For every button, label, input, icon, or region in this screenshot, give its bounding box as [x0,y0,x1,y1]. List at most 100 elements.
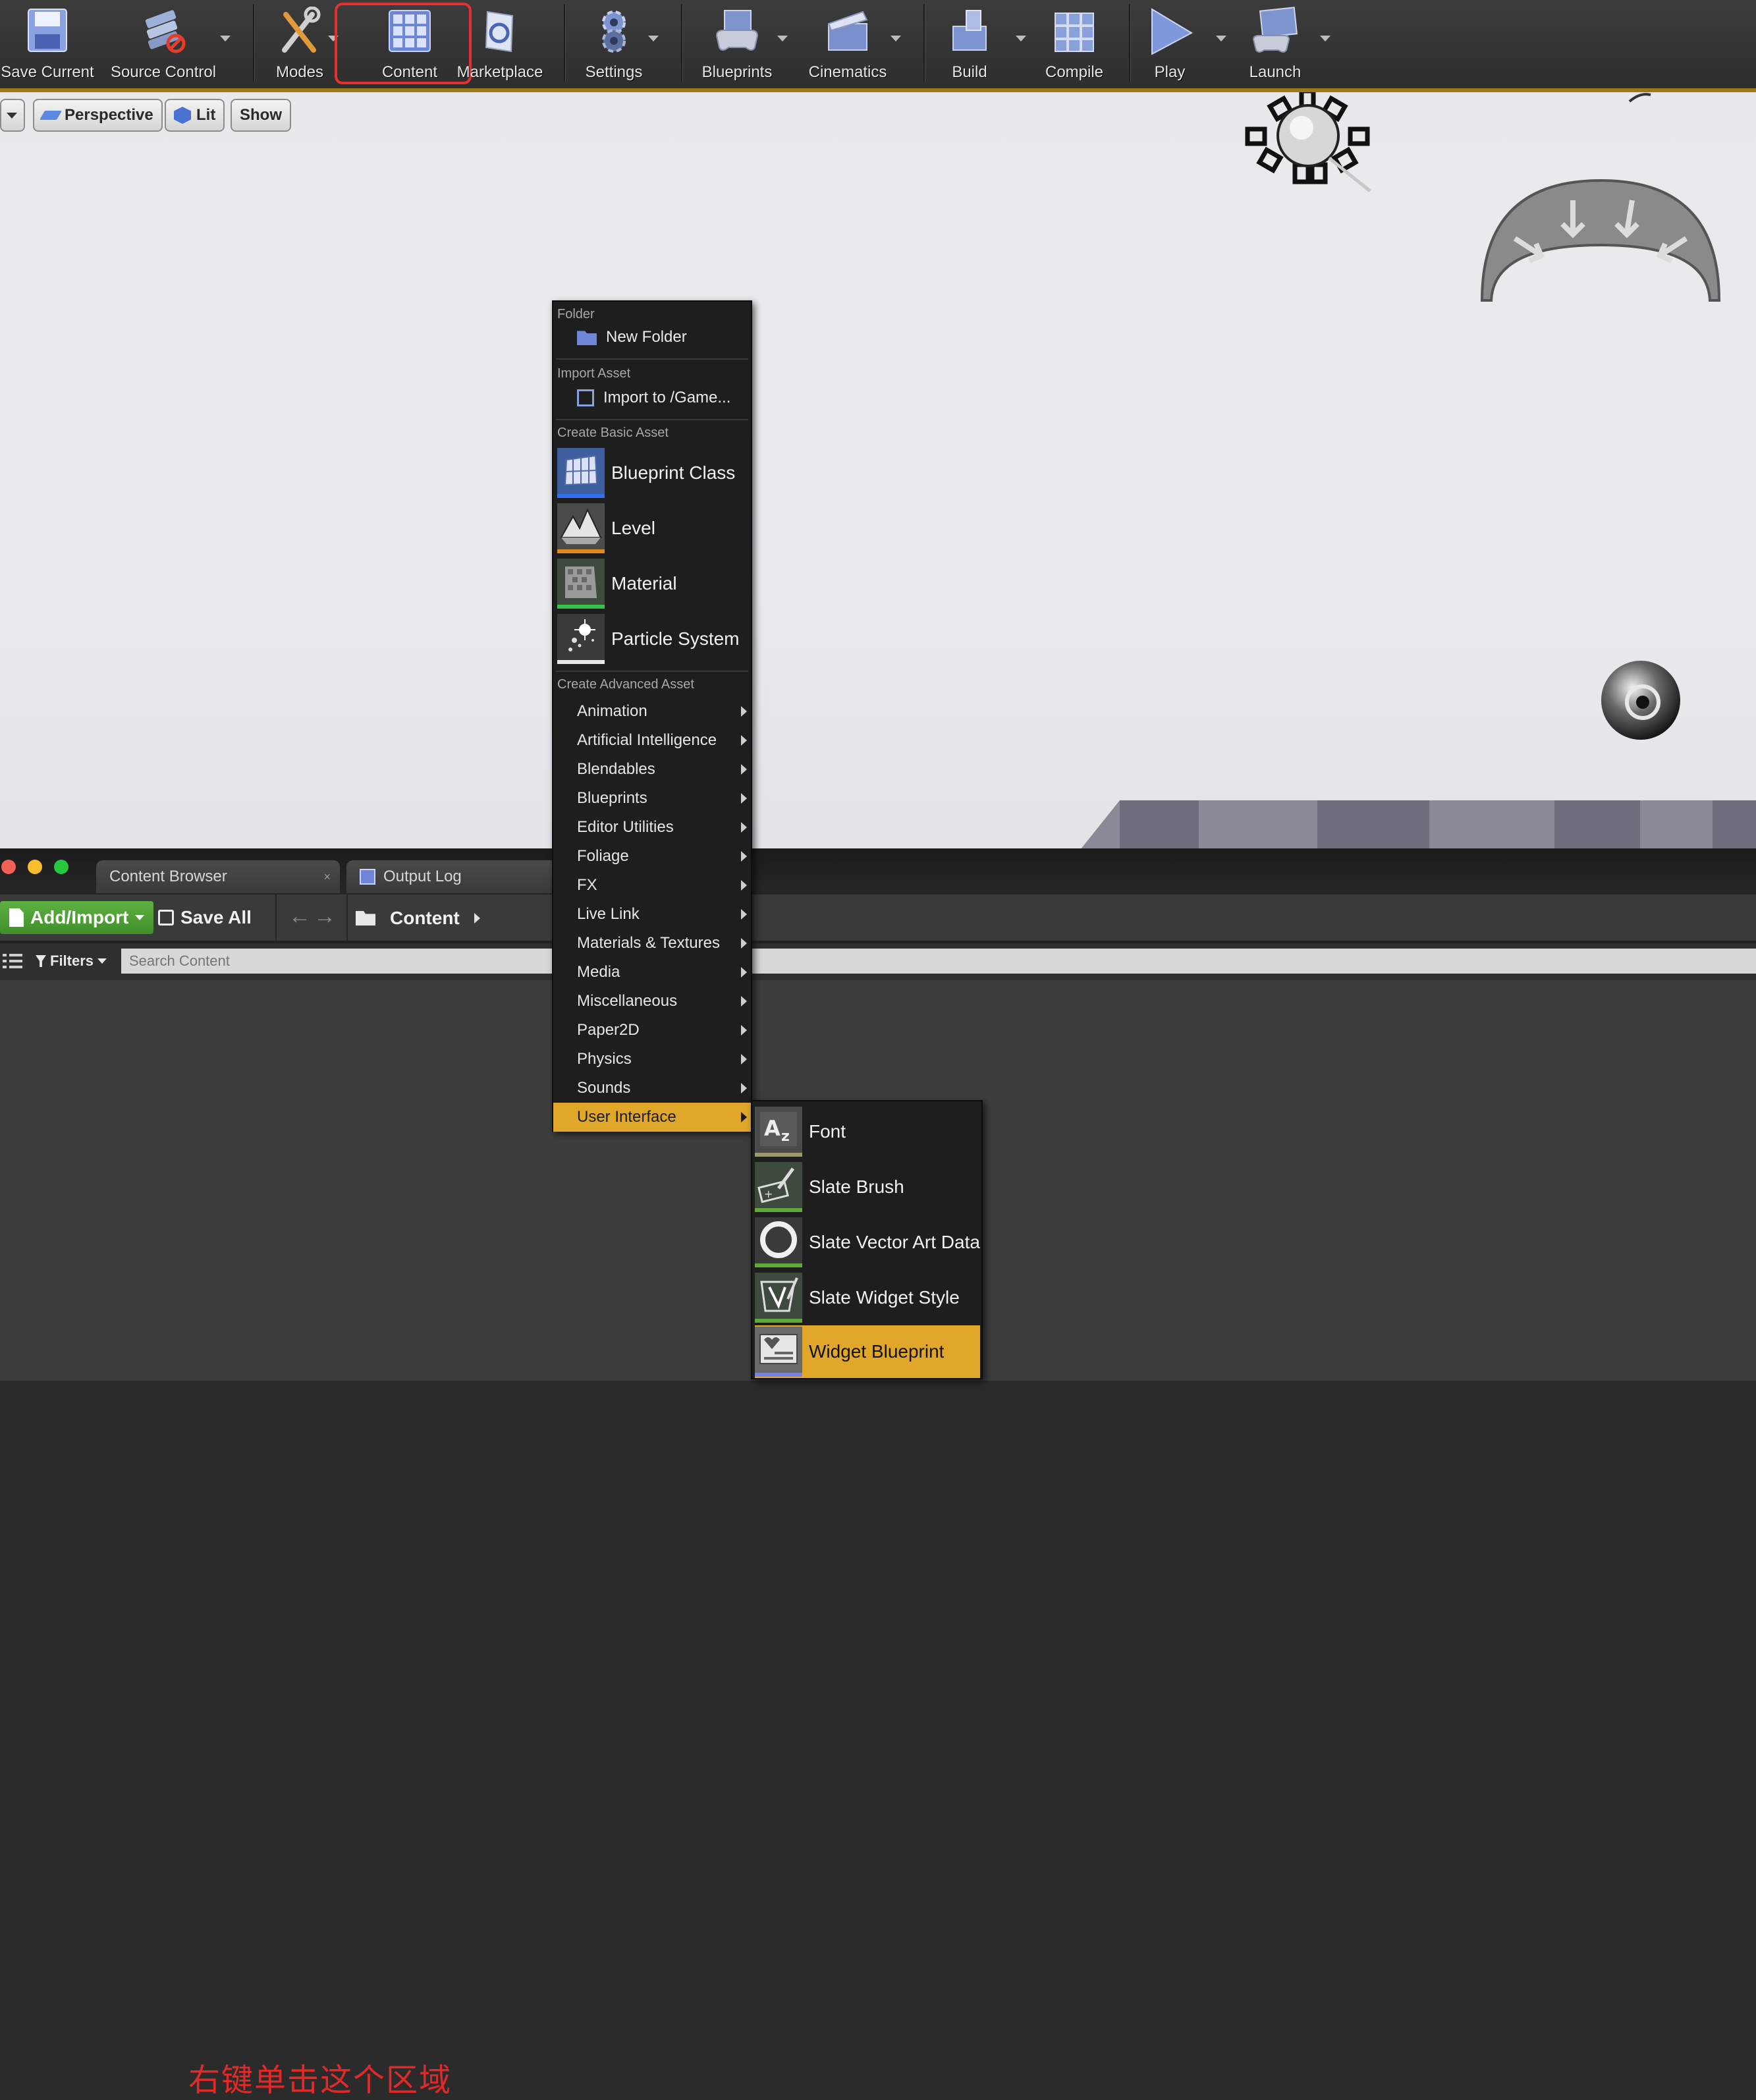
save-current-button[interactable]: Save Current [0,0,95,86]
toolbar-separator [275,895,277,941]
source-control-dropdown[interactable] [220,36,231,41]
play-dropdown[interactable] [1216,36,1226,41]
tab-output-log[interactable]: Output Log [346,860,557,893]
content-browser-tabbar: Content Browser × Output Log [0,848,1756,895]
blueprints-dropdown[interactable] [777,36,788,41]
build-button[interactable]: Build [933,0,1006,86]
menu-item-miscellaneous[interactable]: Miscellaneous [553,987,751,1016]
menu-item-physics[interactable]: Physics [553,1045,751,1074]
import-to-game-item[interactable]: Import to /Game... [577,389,730,407]
add-import-button[interactable]: Add/Import [0,901,154,934]
tools-icon [282,7,321,53]
menu-item-label: Blendables [577,760,655,778]
chevron-right-icon [741,880,747,891]
launch-monitor-icon [1252,7,1298,53]
slate-vector-art-data-item[interactable]: Slate Vector Art Data [755,1216,980,1269]
directional-light-icon [1245,92,1371,192]
menu-item-label: Foliage [577,847,629,865]
source-control-button[interactable]: Source Control [105,0,221,86]
menu-item-media[interactable]: Media [553,958,751,987]
show-label: Show [240,106,282,124]
show-button[interactable]: Show [231,99,291,132]
close-tab-icon[interactable]: × [323,870,331,884]
cinematics-dropdown[interactable] [891,36,901,41]
menu-item-editor-utilities[interactable]: Editor Utilities [553,813,751,842]
user-interface-submenu: Az Font + Slate Brush Slate Vector Art D… [751,1100,983,1379]
chevron-right-icon [741,909,747,920]
menu-item-label: Physics [577,1050,632,1068]
slate-widget-style-item[interactable]: Slate Widget Style [755,1271,980,1324]
menu-item-live-link[interactable]: Live Link [553,900,751,929]
slate-brush-icon: + [755,1162,802,1212]
menu-item-animation[interactable]: Animation [553,697,751,726]
compile-button[interactable]: Compile [1038,0,1111,86]
output-log-icon [360,869,375,885]
menu-item-sounds[interactable]: Sounds [553,1074,751,1103]
section-header-basic: Create Basic Asset [557,426,669,440]
chevron-down-icon [7,112,17,119]
clapperboard-icon [827,11,868,51]
menu-item-materials-textures[interactable]: Materials & Textures [553,929,751,958]
chevron-right-icon[interactable] [474,913,480,924]
save-all-button[interactable]: Save All [158,901,252,934]
settings-dropdown[interactable] [648,36,659,41]
filters-button[interactable]: Filters [36,951,107,971]
menu-item-label: Miscellaneous [577,992,678,1010]
breadcrumb-content[interactable]: Content [390,908,460,929]
build-dropdown[interactable] [1016,36,1026,41]
launch-dropdown[interactable] [1320,36,1331,41]
modes-button[interactable]: Modes [263,0,336,86]
level-item[interactable]: Level [557,503,748,553]
material-item[interactable]: Material [557,559,748,609]
menu-item-blendables[interactable]: Blendables [553,755,751,784]
forward-arrow-icon[interactable]: → [314,904,336,929]
slate-vector-art-data-label: Slate Vector Art Data [809,1232,980,1252]
settings-button[interactable]: Settings [573,0,655,86]
new-file-icon [9,908,24,927]
menu-item-paper2d[interactable]: Paper2D [553,1016,751,1045]
play-icon [1151,8,1194,55]
close-window-dot[interactable] [1,860,16,874]
menu-item-blueprints[interactable]: Blueprints [553,784,751,813]
level-label: Level [611,518,655,538]
maximize-window-dot[interactable] [54,860,69,874]
reflection-capture-icon [1601,661,1680,740]
svg-text:A: A [764,1116,781,1141]
chevron-right-icon [741,967,747,978]
blueprint-class-label: Blueprint Class [611,462,736,483]
perspective-button[interactable]: Perspective [33,99,163,132]
sources-panel-icon[interactable] [3,951,22,971]
menu-item-label: Sounds [577,1079,631,1097]
new-folder-item[interactable]: New Folder [577,328,687,346]
tab-content-browser[interactable]: Content Browser × [96,860,340,893]
minimize-window-dot[interactable] [28,860,42,874]
chevron-right-icon [741,735,747,746]
widget-blueprint-item[interactable]: Widget Blueprint [755,1325,980,1378]
launch-label: Launch [1249,63,1302,81]
back-arrow-icon[interactable]: ← [288,904,311,929]
launch-button[interactable]: Launch [1238,0,1312,86]
play-button[interactable]: Play [1139,0,1200,86]
cinematics-button[interactable]: Cinematics [801,0,894,86]
viewport-options-button[interactable] [0,99,25,132]
source-control-label: Source Control [110,63,217,81]
lit-button[interactable]: Lit [165,99,225,132]
particle-system-item[interactable]: Particle System [557,614,748,664]
menu-item-foliage[interactable]: Foliage [553,842,751,871]
menu-item-fx[interactable]: FX [553,871,751,900]
font-item[interactable]: Az Font [755,1105,980,1158]
new-folder-label: New Folder [606,328,687,346]
marketplace-button[interactable]: Marketplace [454,0,545,86]
chevron-right-icon [741,793,747,804]
slate-brush-item[interactable]: + Slate Brush [755,1161,980,1213]
menu-item-user-interface[interactable]: User Interface [553,1103,751,1132]
blueprints-button[interactable]: Blueprints [690,0,784,86]
slate-widget-style-label: Slate Widget Style [809,1287,960,1308]
level-viewport[interactable]: Perspective Lit Show [0,92,1756,848]
level-icon [557,503,605,553]
menu-item-label: FX [577,876,597,894]
menu-item-artificial-intelligence[interactable]: Artificial Intelligence [553,726,751,755]
tab-output-log-label: Output Log [383,868,462,885]
blueprint-class-item[interactable]: Blueprint Class [557,448,748,498]
search-content-input[interactable] [121,949,1756,974]
